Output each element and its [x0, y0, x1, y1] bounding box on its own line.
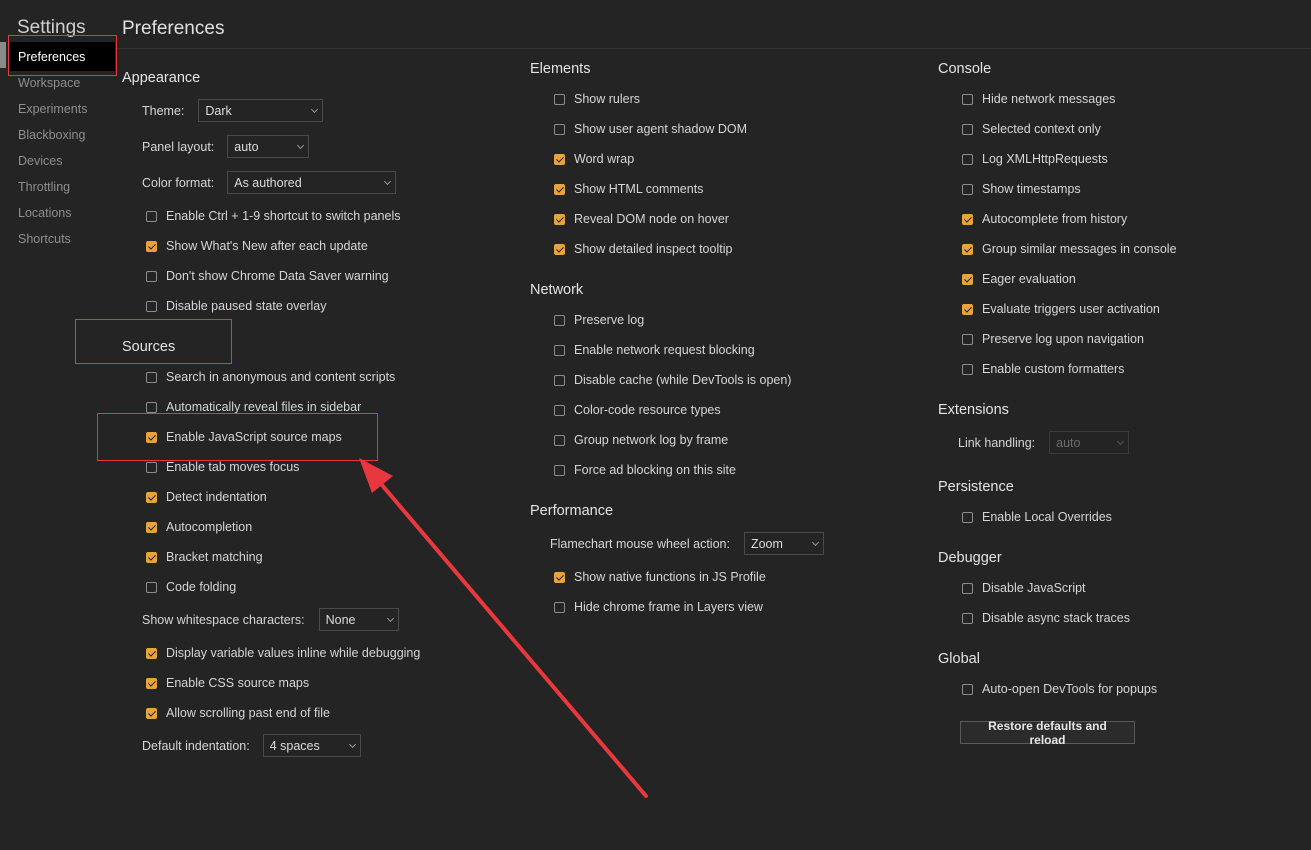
annotation-arrow-icon	[359, 458, 648, 798]
